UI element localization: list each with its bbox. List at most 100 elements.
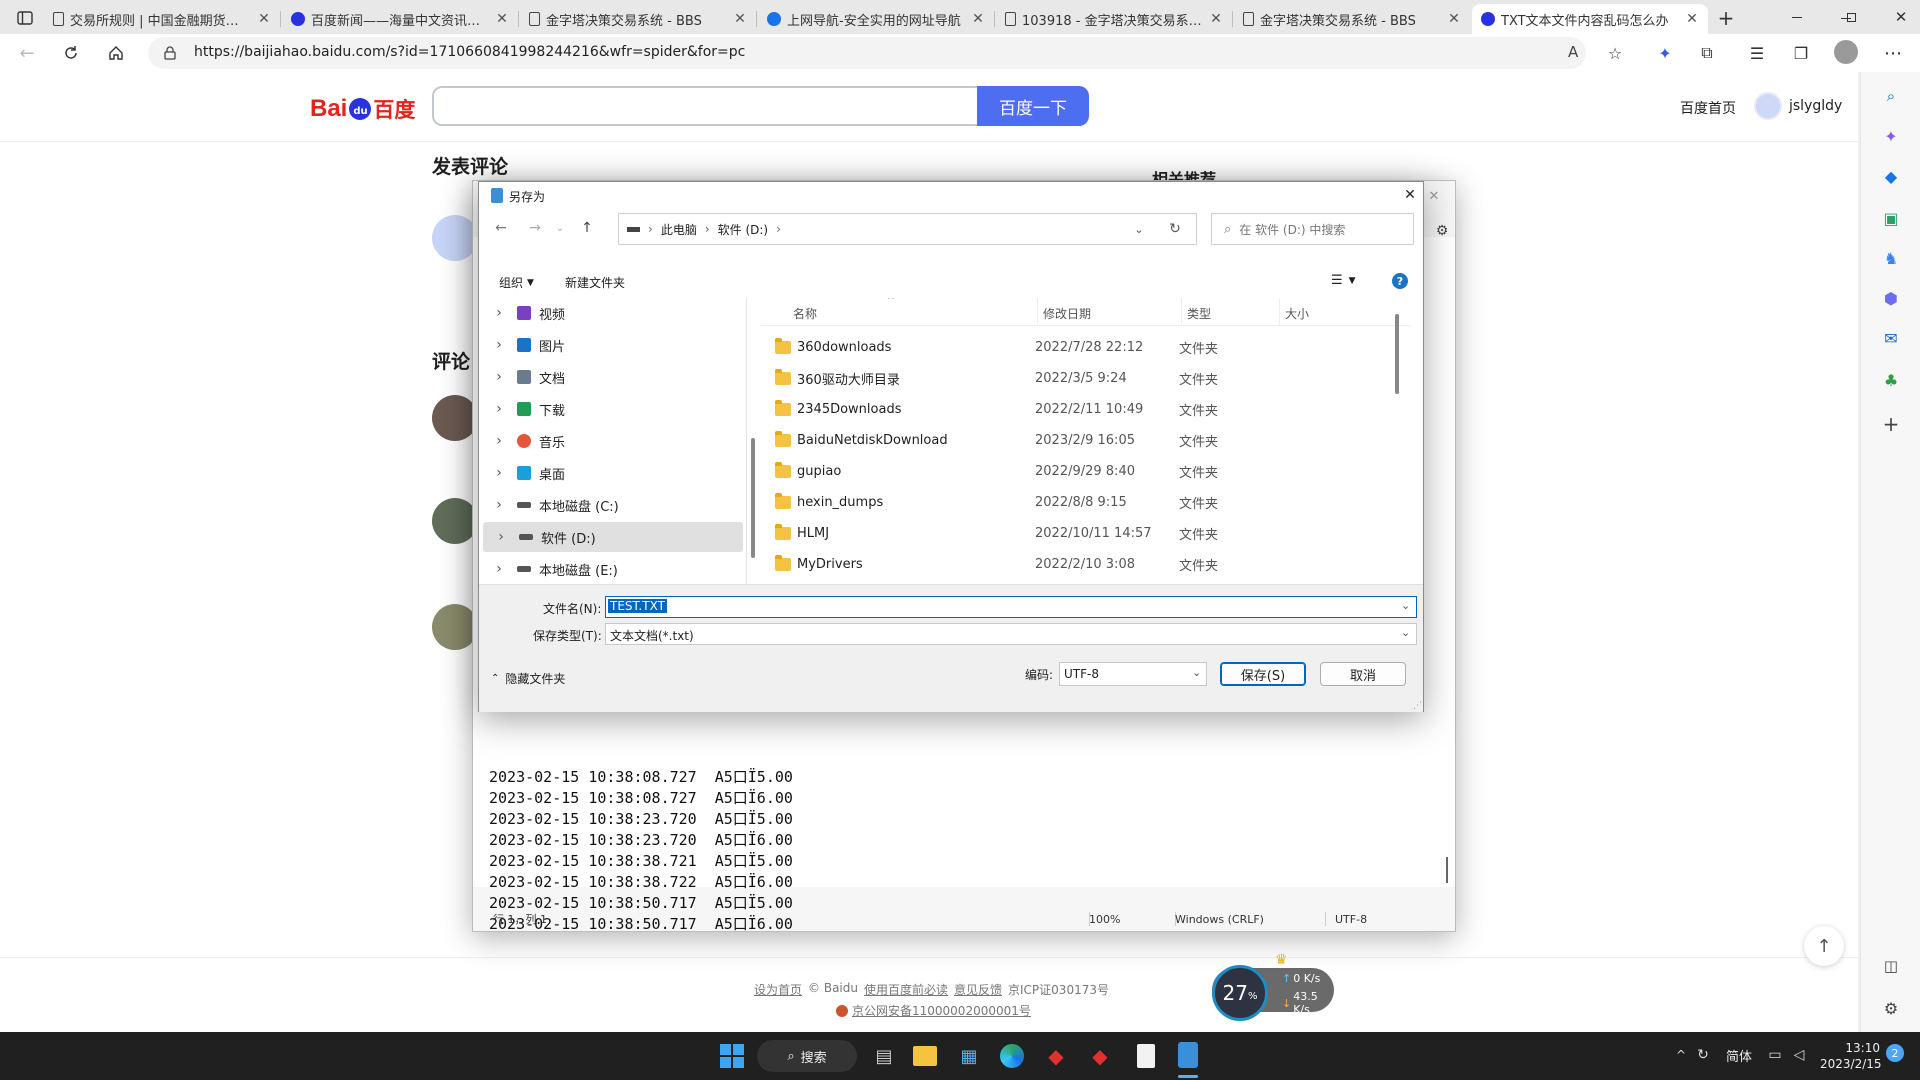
expand-chevron-icon[interactable]: › xyxy=(481,433,517,449)
new-folder-button[interactable]: 新建文件夹 xyxy=(565,274,625,291)
path-dropdown-icon[interactable]: ⌄ xyxy=(1131,221,1147,237)
file-explorer-icon[interactable] xyxy=(913,1046,937,1066)
file-row[interactable]: 2345Downloads 2022/2/11 10:49 文件夹 xyxy=(775,394,1405,424)
dialog-search-box[interactable]: ⌕ 在 软件 (D:) 中搜索 xyxy=(1211,213,1414,245)
copilot-icon[interactable]: ✦ xyxy=(1879,124,1903,148)
expand-chevron-icon[interactable]: › xyxy=(481,497,517,513)
start-windows-icon[interactable] xyxy=(720,1044,744,1068)
nav-item-2[interactable]: › 文档 xyxy=(481,362,741,392)
back-to-top-button[interactable]: ↑ xyxy=(1804,926,1844,966)
tab-4[interactable]: 103918 - 金字塔决策交易系统 - ✕ xyxy=(996,4,1232,34)
nav-item-5[interactable]: › 桌面 xyxy=(481,458,741,488)
view-options-button[interactable]: ☰ ▼ xyxy=(1331,273,1356,288)
profile-avatar[interactable] xyxy=(1834,40,1858,64)
up-icon[interactable]: ↑ xyxy=(577,218,597,238)
editor-scroll-thumb[interactable] xyxy=(1446,857,1448,883)
favorites-icon[interactable]: ☰ xyxy=(1744,40,1770,66)
filetype-dropdown-icon[interactable]: ⌄ xyxy=(1401,626,1410,639)
nav-item-1[interactable]: › 图片 xyxy=(481,330,741,360)
file-row[interactable]: HLMJ 2022/10/11 14:57 文件夹 xyxy=(775,518,1405,548)
tab-close-icon[interactable]: ✕ xyxy=(1685,11,1699,27)
volume-icon[interactable]: ◁ xyxy=(1790,1046,1808,1064)
extension-pin-icon[interactable]: ✦ xyxy=(1652,40,1678,66)
tools-icon[interactable]: ▣ xyxy=(1879,206,1903,230)
new-tab-button[interactable]: + xyxy=(1716,6,1736,30)
cancel-button[interactable]: 取消 xyxy=(1320,662,1406,686)
expand-chevron-icon[interactable]: › xyxy=(481,305,517,321)
tab-close-icon[interactable]: ✕ xyxy=(733,11,747,27)
lock-icon[interactable] xyxy=(162,45,178,61)
footer-link[interactable]: 使用百度前必读 xyxy=(864,981,948,998)
col-type[interactable]: 类型 xyxy=(1187,305,1211,322)
nav-item-3[interactable]: › 下载 xyxy=(481,394,741,424)
baidu-search-input[interactable] xyxy=(432,86,977,126)
office-icon[interactable]: ⬢ xyxy=(1879,286,1903,310)
window-minimize-button[interactable] xyxy=(1782,6,1812,28)
address-bar[interactable]: https://baijiahao.baidu.com/s?id=1710660… xyxy=(148,37,1586,69)
expand-chevron-icon[interactable]: › xyxy=(483,529,519,545)
resize-grip-icon[interactable]: ⋰ xyxy=(1413,701,1422,711)
favorites-add-icon[interactable]: ☆ xyxy=(1602,40,1628,66)
tab-0[interactable]: 交易所规则 | 中国金融期货交易所 ✕ xyxy=(44,4,280,34)
add-sidebar-app-icon[interactable]: + xyxy=(1879,412,1903,436)
edge-browser-icon[interactable] xyxy=(1000,1044,1024,1068)
outlook-icon[interactable]: ✉ xyxy=(1879,326,1903,350)
path-bar[interactable]: › 此电脑 › 软件 (D:) › ⌄ ↻ xyxy=(618,213,1197,245)
nav-item-6[interactable]: › 本地磁盘 (C:) xyxy=(481,490,741,520)
nav-item-4[interactable]: › 音乐 xyxy=(481,426,741,456)
filetype-select[interactable]: 文本文档(*.txt) ⌄ xyxy=(605,623,1417,645)
breadcrumb-this-pc[interactable]: 此电脑 xyxy=(661,221,697,238)
tab-6[interactable]: TXT文本文件内容乱码怎么办 ✕ xyxy=(1472,4,1708,34)
baidu-search-button[interactable]: 百度一下 xyxy=(977,86,1089,126)
save-button[interactable]: 保存(S) xyxy=(1220,662,1306,686)
tab-close-icon[interactable]: ✕ xyxy=(1447,11,1461,27)
window-close-button[interactable]: ✕ xyxy=(1886,6,1916,28)
expand-chevron-icon[interactable]: › xyxy=(481,465,517,481)
file-scroll-thumb[interactable] xyxy=(1395,314,1399,394)
sidebar-layout-icon[interactable]: ◫ xyxy=(1879,954,1903,978)
home-icon[interactable] xyxy=(103,40,129,66)
notification-badge[interactable]: 2 xyxy=(1886,1044,1904,1062)
footer-icp-link[interactable]: 京公网安备11000002000001号 xyxy=(852,1002,1031,1019)
file-row[interactable]: 360驱动大师目录 2022/3/5 9:24 文件夹 xyxy=(775,363,1405,393)
tree-icon[interactable]: ♣ xyxy=(1879,368,1903,392)
app-red-icon[interactable]: ◆ xyxy=(1044,1044,1068,1068)
collections-icon[interactable]: ❐ xyxy=(1788,40,1814,66)
tab-close-icon[interactable]: ✕ xyxy=(257,11,271,27)
recent-dropdown-icon[interactable]: ⌄ xyxy=(553,220,567,236)
dialog-close-icon[interactable]: ✕ xyxy=(1399,184,1421,206)
tab-1[interactable]: 百度新闻——海量中文资讯平台 ✕ xyxy=(282,4,518,34)
task-view-icon[interactable]: ▤ xyxy=(872,1044,896,1068)
ime-indicator[interactable]: 简体 xyxy=(1726,1046,1752,1065)
window-restore-button[interactable] xyxy=(1836,6,1866,28)
file-row[interactable]: 360downloads 2022/7/28 22:12 文件夹 xyxy=(775,332,1405,362)
user-avatar[interactable] xyxy=(1754,92,1782,120)
encoding-select[interactable]: UTF-8 ⌄ xyxy=(1059,662,1207,686)
taskbar-search[interactable]: ⌕ 搜索 xyxy=(757,1040,857,1072)
tray-chevron-up-icon[interactable]: ^ xyxy=(1672,1046,1690,1064)
tab-5[interactable]: 金字塔决策交易系统 - BBS ✕ xyxy=(1234,4,1470,34)
expand-chevron-icon[interactable]: › xyxy=(481,561,517,577)
sidebar-settings-icon[interactable]: ⚙ xyxy=(1879,996,1903,1020)
network-icon[interactable]: ▭ xyxy=(1766,1046,1784,1064)
baidu-home-link[interactable]: 百度首页 xyxy=(1680,98,1736,118)
sidebar-search-icon[interactable]: ⌕ xyxy=(1879,84,1903,108)
tab-2[interactable]: 金字塔决策交易系统 - BBS ✕ xyxy=(520,4,756,34)
refresh-icon[interactable]: ↻ xyxy=(1167,221,1183,237)
footer-link[interactable]: 意见反馈 xyxy=(954,981,1002,998)
refresh-icon[interactable] xyxy=(58,40,84,66)
store-icon[interactable]: ▦ xyxy=(957,1044,981,1068)
more-menu-icon[interactable]: ⋯ xyxy=(1880,40,1906,66)
extensions-icon[interactable]: ⧉ xyxy=(1694,40,1720,66)
tab-close-icon[interactable]: ✕ xyxy=(495,11,509,27)
help-icon[interactable]: ? xyxy=(1392,273,1408,289)
nav-item-8[interactable]: › 本地磁盘 (E:) xyxy=(481,554,741,584)
col-name[interactable]: 名称 xyxy=(793,305,817,322)
file-row[interactable]: gupiao 2022/9/29 8:40 文件夹 xyxy=(775,456,1405,486)
baidu-logo[interactable]: Bai du 百度 xyxy=(310,92,415,126)
organize-button[interactable]: 组织 ▼ xyxy=(499,274,534,291)
notepad-taskbar-icon[interactable] xyxy=(1178,1042,1198,1068)
username[interactable]: jslygldy xyxy=(1789,98,1842,114)
breadcrumb-drive-d[interactable]: 软件 (D:) xyxy=(718,221,768,238)
expand-chevron-icon[interactable]: › xyxy=(481,401,517,417)
